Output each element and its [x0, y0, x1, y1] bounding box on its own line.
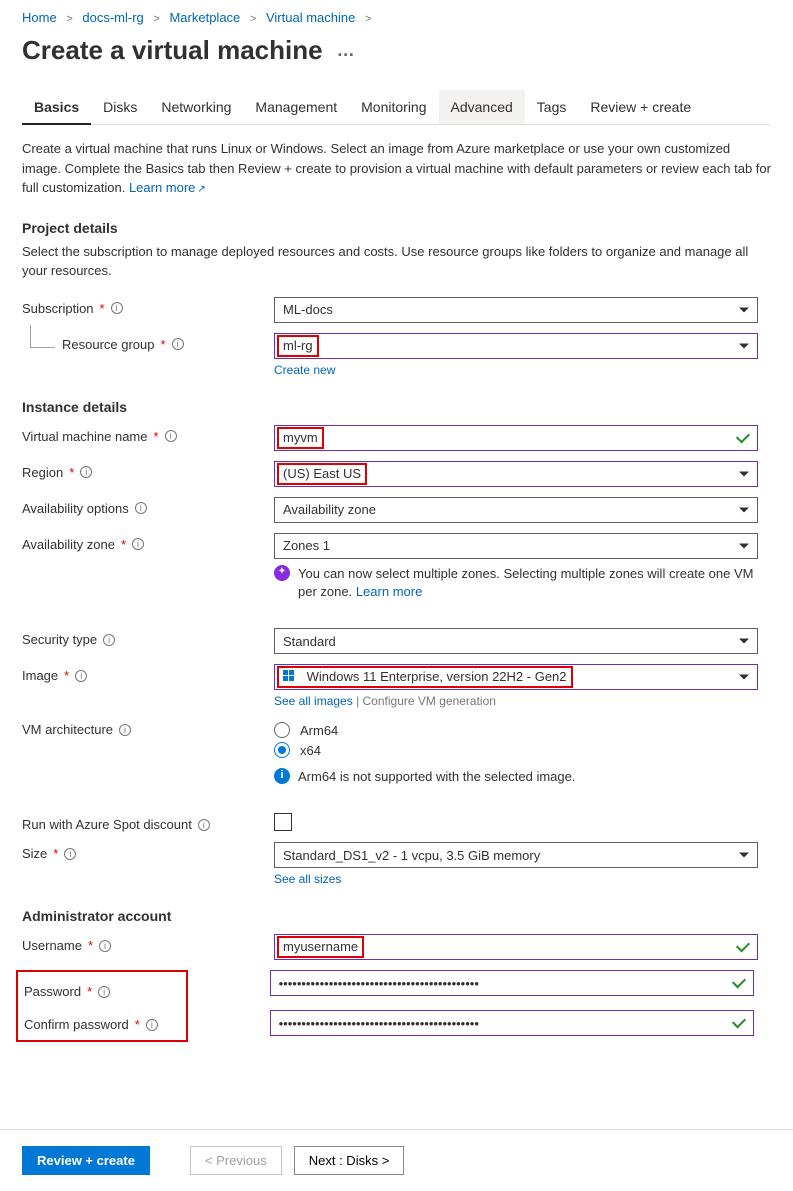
chevron-right-icon: > [365, 13, 371, 25]
checkmark-icon [736, 429, 750, 443]
tab-advanced[interactable]: Advanced [439, 90, 525, 124]
confirm-password-input[interactable]: ••••••••••••••••••••••••••••••••••••••••… [270, 1010, 754, 1036]
region-select[interactable]: (US) East US [274, 461, 758, 487]
footer: Review + create < Previous Next : Disks … [0, 1129, 793, 1191]
tab-disks[interactable]: Disks [91, 90, 149, 124]
arch-x64-label: x64 [300, 743, 321, 758]
arch-arm64-radio[interactable] [274, 722, 290, 738]
info-icon[interactable]: i [64, 848, 76, 860]
chevron-down-icon [739, 307, 749, 312]
image-label: Image* i [22, 664, 274, 683]
create-new-link[interactable]: Create new [274, 363, 335, 377]
size-label: Size* i [22, 842, 274, 861]
vm-name-label: Virtual machine name* i [22, 425, 274, 444]
zone-learn-more-link[interactable]: Learn more [356, 584, 422, 599]
resource-group-label: Resource group* i [62, 333, 274, 352]
tab-networking[interactable]: Networking [149, 90, 243, 124]
checkmark-icon [732, 1014, 746, 1028]
spot-discount-checkbox[interactable] [274, 813, 292, 831]
project-details-desc: Select the subscription to manage deploy… [22, 242, 771, 281]
chevron-down-icon [739, 343, 749, 348]
review-create-button[interactable]: Review + create [22, 1146, 150, 1175]
admin-account-title: Administrator account [22, 908, 771, 924]
username-input[interactable]: myusername [274, 934, 758, 960]
arch-x64-radio[interactable] [274, 742, 290, 758]
size-select[interactable]: Standard_DS1_v2 - 1 vcpu, 3.5 GiB memory [274, 842, 758, 868]
checkmark-icon [732, 974, 746, 988]
security-type-select[interactable]: Standard [274, 628, 758, 654]
password-input[interactable]: ••••••••••••••••••••••••••••••••••••••••… [270, 970, 754, 996]
info-icon[interactable]: i [172, 338, 184, 350]
chevron-right-icon: > [66, 13, 72, 25]
breadcrumb-vm[interactable]: Virtual machine [266, 10, 355, 25]
see-all-images-link[interactable]: See all images [274, 694, 353, 708]
arch-hint: i Arm64 is not supported with the select… [274, 768, 758, 787]
project-details-title: Project details [22, 220, 771, 236]
chevron-down-icon [739, 471, 749, 476]
tab-basics[interactable]: Basics [22, 90, 91, 124]
security-type-label: Security type i [22, 628, 274, 647]
more-icon[interactable]: … [337, 40, 357, 61]
page-title: Create a virtual machine … [22, 35, 771, 66]
tabs: Basics Disks Networking Management Monit… [22, 90, 771, 125]
password-label: Password* i [24, 980, 110, 999]
see-all-sizes-link[interactable]: See all sizes [274, 872, 341, 886]
confirm-password-label: Confirm password* i [24, 1013, 158, 1032]
region-label: Region* i [22, 461, 274, 480]
previous-button[interactable]: < Previous [190, 1146, 282, 1175]
availability-zone-select[interactable]: Zones 1 [274, 533, 758, 559]
chevron-down-icon [739, 639, 749, 644]
availability-zone-label: Availability zone* i [22, 533, 274, 552]
vm-name-input[interactable]: myvm [274, 425, 758, 451]
breadcrumb-marketplace[interactable]: Marketplace [169, 10, 240, 25]
info-icon[interactable]: i [103, 634, 115, 646]
checkmark-icon [736, 938, 750, 952]
external-link-icon: ↗ [197, 184, 205, 195]
image-select[interactable]: Windows 11 Enterprise, version 22H2 - Ge… [274, 664, 758, 690]
vm-architecture-label: VM architecture i [22, 718, 274, 737]
intro-text: Create a virtual machine that runs Linux… [22, 139, 771, 198]
subscription-select[interactable]: ML-docs [274, 297, 758, 323]
breadcrumb-rg[interactable]: docs-ml-rg [82, 10, 143, 25]
info-icon: i [274, 768, 290, 784]
breadcrumb: Home > docs-ml-rg > Marketplace > Virtua… [22, 0, 771, 29]
info-icon[interactable]: i [99, 940, 111, 952]
info-icon[interactable]: i [132, 538, 144, 550]
configure-vm-generation: Configure VM generation [363, 694, 496, 708]
tab-tags[interactable]: Tags [525, 90, 579, 124]
tab-monitoring[interactable]: Monitoring [349, 90, 438, 124]
chevron-down-icon [739, 543, 749, 548]
tab-review[interactable]: Review + create [578, 90, 703, 124]
subscription-label: Subscription* i [22, 297, 274, 316]
spot-discount-label: Run with Azure Spot discount i [22, 813, 274, 832]
tab-management[interactable]: Management [243, 90, 349, 124]
info-icon[interactable]: i [119, 724, 131, 736]
resource-group-select[interactable]: ml-rg [274, 333, 758, 359]
info-icon[interactable]: i [135, 502, 147, 514]
rocket-icon: ✦ [274, 565, 290, 581]
breadcrumb-home[interactable]: Home [22, 10, 57, 25]
username-label: Username* i [22, 934, 274, 953]
instance-details-title: Instance details [22, 399, 771, 415]
windows-icon [283, 670, 295, 682]
chevron-right-icon: > [250, 13, 256, 25]
info-icon[interactable]: i [80, 466, 92, 478]
zone-hint: ✦ You can now select multiple zones. Sel… [274, 565, 758, 603]
availability-options-label: Availability options i [22, 497, 274, 516]
learn-more-link[interactable]: Learn more↗ [129, 180, 206, 195]
next-button[interactable]: Next : Disks > [294, 1146, 405, 1175]
availability-options-select[interactable]: Availability zone [274, 497, 758, 523]
chevron-down-icon [739, 675, 749, 680]
chevron-down-icon [739, 853, 749, 858]
info-icon[interactable]: i [198, 819, 210, 831]
info-icon[interactable]: i [111, 302, 123, 314]
chevron-right-icon: > [153, 13, 159, 25]
info-icon[interactable]: i [75, 670, 87, 682]
info-icon[interactable]: i [146, 1019, 158, 1031]
chevron-down-icon [739, 507, 749, 512]
arch-arm64-label: Arm64 [300, 723, 338, 738]
info-icon[interactable]: i [165, 430, 177, 442]
info-icon[interactable]: i [98, 986, 110, 998]
